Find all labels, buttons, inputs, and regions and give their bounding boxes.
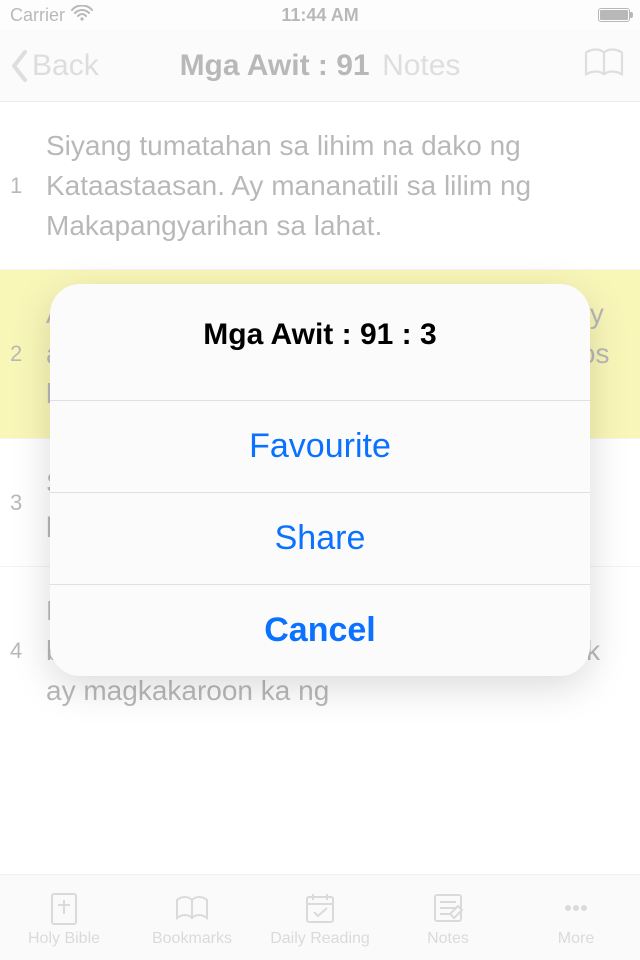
share-button[interactable]: Share [50,492,590,584]
cancel-button[interactable]: Cancel [50,584,590,676]
sheet-title: Mga Awit : 91 : 3 [50,284,590,400]
favourite-button[interactable]: Favourite [50,400,590,492]
action-sheet: Mga Awit : 91 : 3 Favourite Share Cancel [50,284,590,676]
modal-overlay[interactable]: Mga Awit : 91 : 3 Favourite Share Cancel [0,0,640,960]
